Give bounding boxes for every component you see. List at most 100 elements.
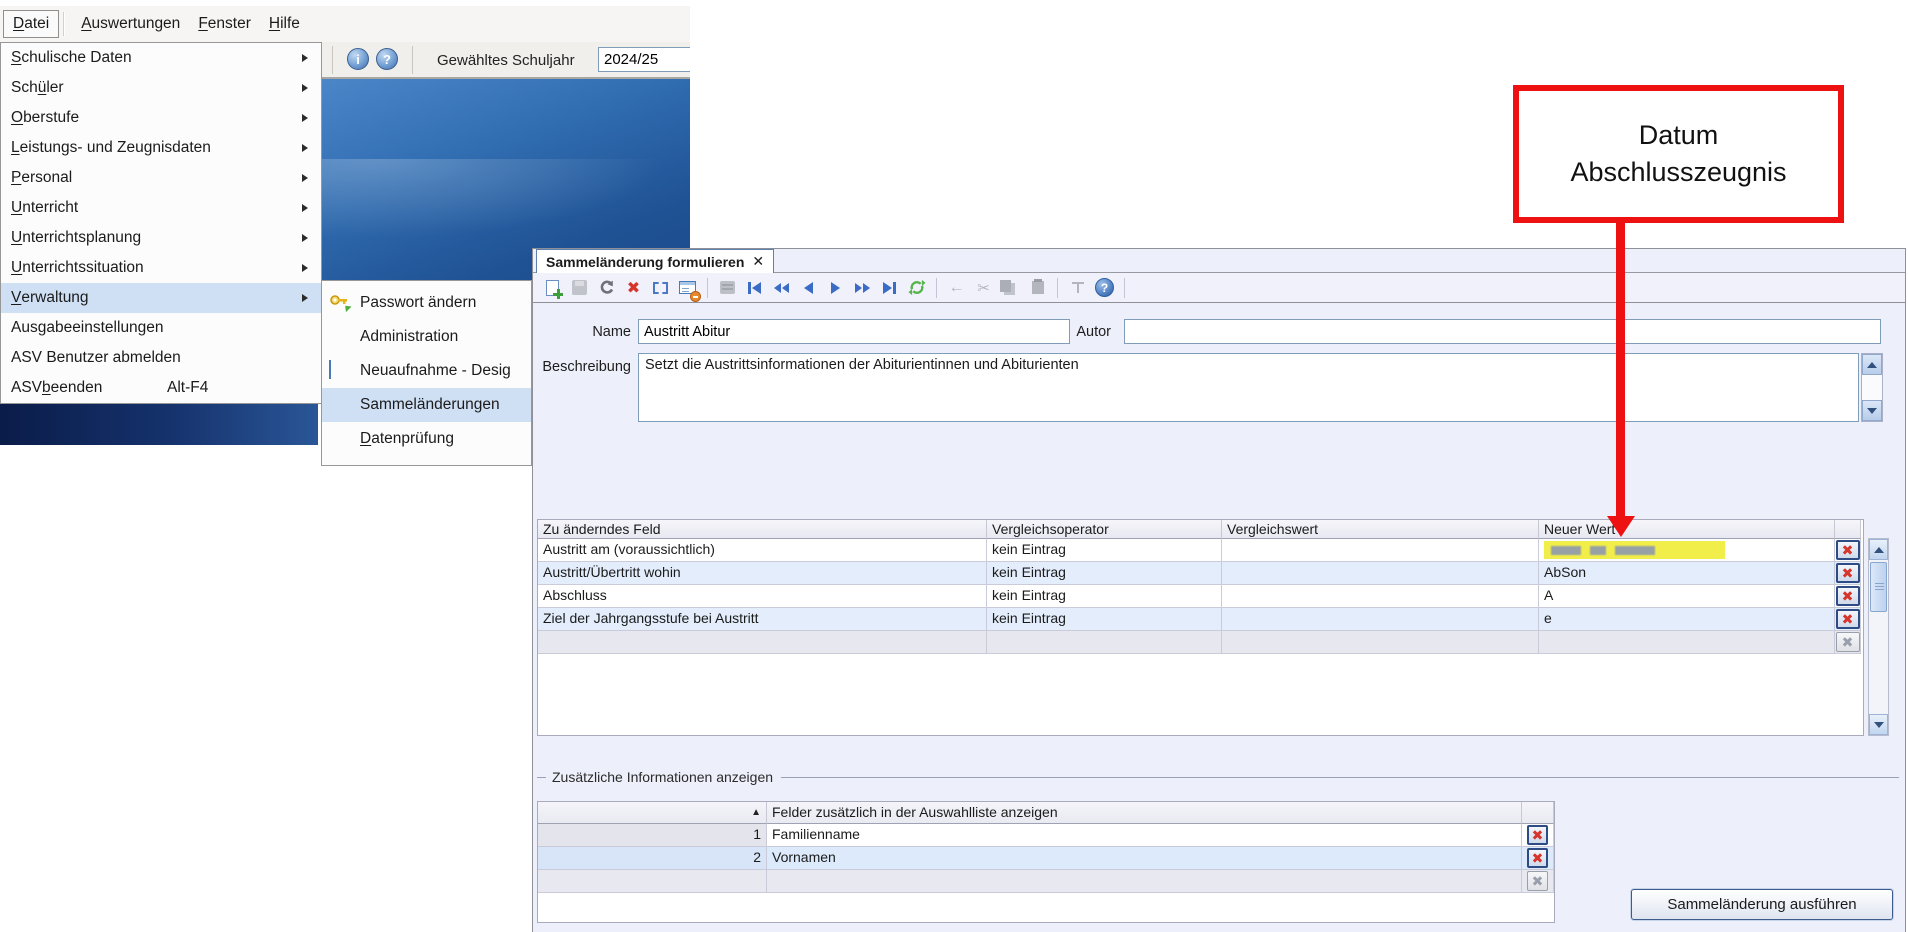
table-row[interactable]: 1 Familienname ✖	[538, 824, 1554, 847]
cell-neuer-wert[interactable]	[1539, 631, 1835, 654]
menuitem-verwaltung[interactable]: Verwaltung	[1, 283, 321, 313]
delete-row-button[interactable]: ✖	[1836, 586, 1860, 606]
submenuitem-neuaufnahme-design[interactable]: Neuaufnahme - Desig	[322, 354, 531, 388]
cell-feld[interactable]: Ziel der Jahrgangsstufe bei Austritt	[538, 608, 987, 631]
beschreibung-textarea[interactable]: Setzt die Austrittsinformationen der Abi…	[638, 353, 1859, 422]
delete-row-button[interactable]: ✖	[1836, 609, 1860, 629]
menu-fenster[interactable]: Fenster	[189, 11, 260, 37]
table-row[interactable]: Austritt/Übertritt wohin kein Eintrag Ab…	[538, 562, 1863, 585]
last-record-icon[interactable]	[877, 276, 902, 300]
cell-vergleichswert[interactable]	[1222, 539, 1539, 562]
paste-icon[interactable]	[1025, 276, 1050, 300]
submenuitem-passwort-aendern[interactable]: Passwort ändern	[322, 286, 531, 320]
save-icon[interactable]	[567, 276, 592, 300]
column-header-vergleichsoperator[interactable]: Vergleichsoperator	[987, 520, 1222, 539]
cell-neuer-wert[interactable]: A	[1539, 585, 1835, 608]
cell-vergleichsoperator[interactable]	[987, 631, 1222, 654]
sort-ascending-icon[interactable]: ▲	[751, 802, 761, 823]
cut-icon[interactable]: ✂	[971, 276, 996, 300]
scrollbar-thumb[interactable]	[1870, 562, 1887, 612]
fast-previous-icon[interactable]	[769, 276, 794, 300]
scroll-down-icon[interactable]	[1862, 400, 1882, 421]
next-icon[interactable]	[823, 276, 848, 300]
form-remove-icon[interactable]	[675, 276, 700, 300]
fast-next-icon[interactable]	[850, 276, 875, 300]
menuitem-unterrichtssituation[interactable]: Unterrichtssituation	[1, 253, 321, 283]
menu-auswertungen[interactable]: Auswertungen	[72, 11, 189, 37]
table-vertical-scrollbar[interactable]	[1868, 538, 1889, 736]
table-row-selected[interactable]: 2 Vornamen ✖	[538, 847, 1554, 870]
cell-neuer-wert[interactable]: e	[1539, 608, 1835, 631]
menuitem-unterrichtsplanung[interactable]: Unterrichtsplanung	[1, 223, 321, 253]
delete-record-icon[interactable]: ✖	[621, 276, 646, 300]
menuitem-personal[interactable]: Personal	[1, 163, 321, 193]
menuitem-schueler[interactable]: Schüler	[1, 73, 321, 103]
cell-vergleichswert[interactable]	[1222, 608, 1539, 631]
delete-row-button[interactable]: ✖	[1836, 540, 1860, 560]
submenuitem-sammelaenderungen[interactable]: Sammeländerungen	[322, 388, 531, 422]
tab-sammelaenderung-formulieren[interactable]: Sammeländerung formulieren ✕	[536, 249, 774, 273]
cell-nr[interactable]: 2	[538, 847, 767, 870]
school-year-input[interactable]	[598, 47, 690, 72]
menu-hilfe[interactable]: Hilfe	[260, 11, 309, 37]
cell-feld[interactable]	[538, 631, 987, 654]
first-record-icon[interactable]	[742, 276, 767, 300]
column-header-feld[interactable]: Zu änderndes Feld	[538, 520, 987, 539]
menuitem-leistungs-und-zeugnisdaten[interactable]: Leistungs- und Zeugnisdaten	[1, 133, 321, 163]
cell-vergleichswert[interactable]	[1222, 631, 1539, 654]
cell-vergleichsoperator[interactable]: kein Eintrag	[987, 608, 1222, 631]
table-row-empty[interactable]: ✖	[538, 870, 1554, 893]
undo-icon[interactable]	[594, 276, 619, 300]
menuitem-oberstufe[interactable]: Oberstufe	[1, 103, 321, 133]
dialog-help-icon[interactable]: ?	[1092, 276, 1117, 300]
new-record-icon[interactable]	[540, 276, 565, 300]
column-header-sort[interactable]: ▲	[538, 802, 767, 824]
info-icon[interactable]: i	[347, 48, 369, 70]
cell-vergleichsoperator[interactable]: kein Eintrag	[987, 585, 1222, 608]
menuitem-unterricht[interactable]: Unterricht	[1, 193, 321, 223]
cell-vergleichswert[interactable]	[1222, 585, 1539, 608]
execute-sammelaenderung-button[interactable]: Sammeländerung ausführen	[1631, 889, 1893, 920]
table-row[interactable]: Austritt am (voraussichtlich) kein Eintr…	[538, 539, 1863, 562]
select-marquee-icon[interactable]	[648, 276, 673, 300]
back-icon[interactable]: ←	[944, 276, 969, 300]
cell-nr[interactable]	[538, 870, 767, 893]
scroll-up-icon[interactable]	[1862, 354, 1882, 375]
menu-datei[interactable]: Datei	[3, 10, 59, 38]
cell-feld[interactable]: Vornamen	[767, 847, 1522, 870]
scrollbar-down-icon[interactable]	[1869, 714, 1888, 735]
beschreibung-scrollbar[interactable]	[1861, 353, 1883, 422]
pin-icon[interactable]	[1065, 276, 1090, 300]
cell-feld[interactable]: Austritt/Übertritt wohin	[538, 562, 987, 585]
help-icon[interactable]: ?	[376, 48, 398, 70]
column-header-felder[interactable]: Felder zusätzlich in der Auswahlliste an…	[767, 802, 1522, 824]
submenuitem-datenpruefung[interactable]: Datenprüfung	[322, 422, 531, 456]
delete-row-button[interactable]: ✖	[1527, 848, 1548, 868]
delete-row-button[interactable]: ✖	[1836, 563, 1860, 583]
cell-vergleichswert[interactable]	[1222, 562, 1539, 585]
tab-close-icon[interactable]: ✕	[752, 253, 764, 270]
cell-feld[interactable]: Abschluss	[538, 585, 987, 608]
scrollbar-up-icon[interactable]	[1869, 539, 1888, 560]
copy-icon[interactable]	[998, 276, 1023, 300]
autor-input[interactable]	[1124, 319, 1881, 344]
menuitem-ausgabeeinstellungen[interactable]: Ausgabeeinstellungen	[1, 313, 321, 343]
previous-icon[interactable]	[796, 276, 821, 300]
cell-feld[interactable]: Austritt am (voraussichtlich)	[538, 539, 987, 562]
menuitem-asv-benutzer-abmelden[interactable]: ASV Benutzer abmelden	[1, 343, 321, 373]
submenuitem-administration[interactable]: Administration	[322, 320, 531, 354]
menuitem-schulische-daten[interactable]: Schulische Daten	[1, 43, 321, 73]
column-header-vergleichswert[interactable]: Vergleichswert	[1222, 520, 1539, 539]
cell-feld[interactable]	[767, 870, 1522, 893]
cell-neuer-wert-redacted[interactable]	[1539, 539, 1835, 562]
refresh-icon[interactable]	[904, 276, 929, 300]
table-row[interactable]: Ziel der Jahrgangsstufe bei Austritt kei…	[538, 608, 1863, 631]
cell-neuer-wert[interactable]: AbSon	[1539, 562, 1835, 585]
cell-feld[interactable]: Familienname	[767, 824, 1522, 847]
menuitem-asv-beenden[interactable]: ASV beendenAlt-F4	[1, 373, 321, 403]
cell-nr[interactable]: 1	[538, 824, 767, 847]
column-header-neuer-wert[interactable]: Neuer Wert	[1539, 520, 1835, 539]
cell-vergleichsoperator[interactable]: kein Eintrag	[987, 539, 1222, 562]
name-input[interactable]	[638, 319, 1070, 344]
delete-row-button[interactable]: ✖	[1527, 825, 1548, 845]
